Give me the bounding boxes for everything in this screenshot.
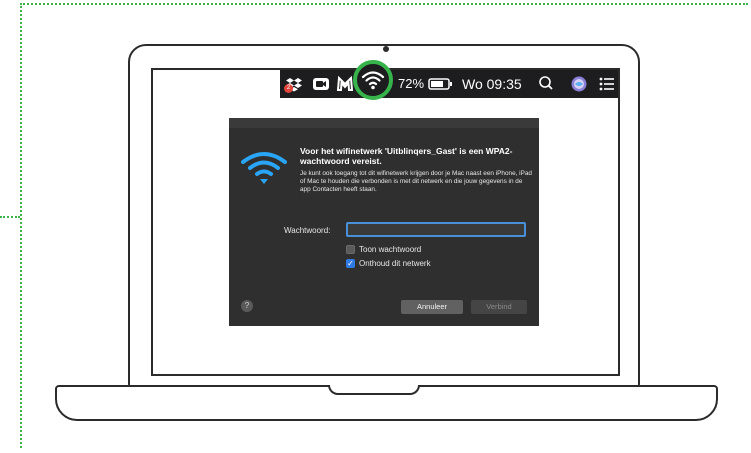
menu-clock[interactable]: Wo 09:35 (462, 70, 522, 98)
malwarebytes-icon[interactable] (336, 70, 354, 98)
laptop-camera (383, 46, 389, 52)
menu-bar: 2 72% Wo 09:35 (280, 70, 618, 98)
checkbox-unchecked[interactable] (346, 245, 355, 255)
battery-icon[interactable] (428, 70, 454, 98)
remember-network-label: Onthoud dit netwerk (359, 259, 431, 268)
guide-line-left (20, 3, 22, 448)
guide-line-top (20, 3, 748, 5)
wifi-large-icon (241, 152, 287, 184)
dialog-body-text: Je kunt ook toegang tot dit wifinetwerk … (300, 170, 532, 194)
notification-center-icon[interactable] (598, 70, 616, 98)
checkbox-checked[interactable]: ✓ (346, 259, 355, 269)
password-input[interactable] (346, 222, 526, 237)
password-label: Wachtwoord: (284, 226, 331, 235)
guide-line-pointer (0, 216, 20, 218)
dialog-titlebar (229, 118, 539, 128)
laptop-notch (328, 385, 420, 395)
show-password-label: Toon wachtwoord (359, 245, 422, 254)
zoom-icon[interactable] (312, 70, 330, 98)
dialog-title: Voor het wifinetwerk 'Uitblinqers_Gast' … (300, 146, 513, 166)
help-button[interactable]: ? (241, 300, 253, 312)
wifi-password-dialog: Voor het wifinetwerk 'Uitblinqers_Gast' … (229, 118, 539, 326)
siri-icon[interactable] (570, 70, 588, 98)
connect-button[interactable]: Verbind (471, 300, 527, 314)
wifi-menu-button[interactable] (353, 60, 393, 100)
search-icon[interactable] (538, 70, 554, 98)
dropbox-badge: 2 (284, 84, 293, 93)
remember-network-checkbox[interactable]: ✓ Onthoud dit netwerk (346, 258, 431, 269)
cancel-button[interactable]: Annuleer (401, 300, 463, 314)
wifi-icon (361, 71, 385, 90)
battery-percentage: 72% (398, 76, 425, 91)
show-password-checkbox[interactable]: Toon wachtwoord (346, 244, 421, 255)
